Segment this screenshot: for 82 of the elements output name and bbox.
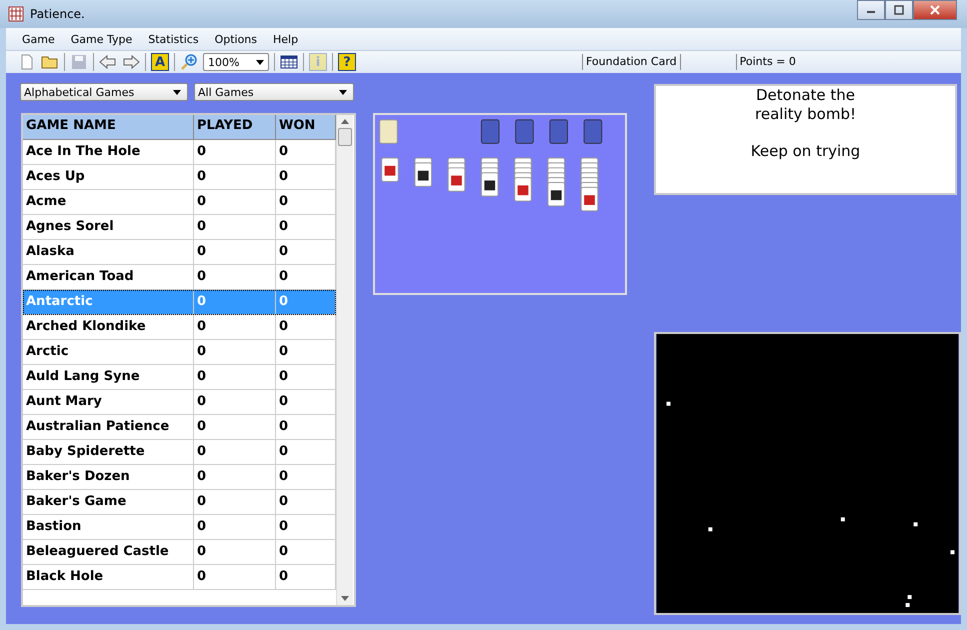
filter-dropdown[interactable]: All Games <box>194 83 354 101</box>
column-header[interactable]: GAME NAME <box>23 115 194 140</box>
table-cell: Beleaguered Castle <box>23 540 194 565</box>
table-cell: 0 <box>194 365 276 390</box>
menu-item[interactable]: Statistics <box>140 32 207 46</box>
table-row[interactable]: Agnes Sorel 0 0 <box>23 215 336 240</box>
table-cell: Australian Patience <box>23 415 194 440</box>
table-cell: 0 <box>194 215 276 240</box>
table-cell: Auld Lang Syne <box>23 365 194 390</box>
table-cell: 0 <box>194 440 276 465</box>
table-row[interactable]: Auld Lang Syne 0 0 <box>23 365 336 390</box>
table-cell: Baby Spiderette <box>23 440 194 465</box>
minimize-icon[interactable] <box>857 0 885 20</box>
table-row[interactable]: Australian Patience 0 0 <box>23 415 336 440</box>
scroll-up-icon[interactable] <box>341 119 349 124</box>
table-cell: 0 <box>194 315 276 340</box>
close-icon[interactable] <box>913 0 957 20</box>
calendar-icon[interactable] <box>280 53 298 71</box>
table-row[interactable]: Acme 0 0 <box>23 190 336 215</box>
column-header[interactable]: PLAYED <box>194 115 276 140</box>
table-row[interactable]: Arched Klondike 0 0 <box>23 315 336 340</box>
table-row[interactable]: Arctic 0 0 <box>23 340 336 365</box>
table-cell: 0 <box>194 415 276 440</box>
table-row[interactable]: Ace In The Hole 0 0 <box>23 140 336 165</box>
maximize-icon[interactable] <box>885 0 913 20</box>
table-cell: 0 <box>194 140 276 165</box>
table-row[interactable]: Black Hole 0 0 <box>23 565 336 590</box>
filter-dropdown[interactable]: Alphabetical Games <box>20 83 188 101</box>
table-cell: 0 <box>194 515 276 540</box>
table-cell: Ace In The Hole <box>23 140 194 165</box>
table-cell: Bastion <box>23 515 194 540</box>
table-cell: Arctic <box>23 340 194 365</box>
left-arrow-icon[interactable] <box>99 53 117 71</box>
table-cell: 0 <box>194 240 276 265</box>
menu-item[interactable]: Options <box>206 32 266 46</box>
menu-item[interactable]: Game Type <box>62 32 140 46</box>
table-cell: Alaska <box>23 240 194 265</box>
table-cell: Black Hole <box>23 565 194 590</box>
table-cell: 0 <box>194 390 276 415</box>
table-cell: Baker's Dozen <box>23 465 194 490</box>
table-cell: 0 <box>194 490 276 515</box>
table-cell: Aces Up <box>23 165 194 190</box>
caret-icon <box>173 90 181 94</box>
scrollbar[interactable] <box>336 115 353 605</box>
window-title: Patience. <box>30 7 85 21</box>
table-cell: Arched Klondike <box>23 315 194 340</box>
caret-icon <box>256 60 264 64</box>
table-cell: Aunt Mary <box>23 390 194 415</box>
table-cell: Agnes Sorel <box>23 215 194 240</box>
table-row[interactable]: Baker's Dozen 0 0 <box>23 465 336 490</box>
caret-icon <box>339 90 347 94</box>
table-cell: 0 <box>194 540 276 565</box>
toolbar-button[interactable]: ? <box>338 53 356 71</box>
message-text: Detonate the reality bomb! <box>754 86 857 124</box>
right-arrow-icon[interactable] <box>122 53 140 71</box>
menu-item[interactable]: Game <box>14 32 63 46</box>
table-row[interactable]: Aunt Mary 0 0 <box>23 390 336 415</box>
zoom-in-icon[interactable] <box>180 53 198 71</box>
table-cell: 0 <box>194 465 276 490</box>
table-row[interactable]: Baby Spiderette 0 0 <box>23 440 336 465</box>
table-cell: 0 <box>194 190 276 215</box>
table-cell: Baker's Game <box>23 490 194 515</box>
toolbar-button[interactable]: A <box>151 53 169 71</box>
zoom-dropdown[interactable]: 100% <box>203 53 269 71</box>
table-row[interactable]: Aces Up 0 0 <box>23 165 336 190</box>
scroll-down-icon[interactable] <box>341 596 349 601</box>
menu-item[interactable]: Help <box>265 32 306 46</box>
status-field: Points = 0 <box>736 54 876 70</box>
table-row[interactable]: Alaska 0 0 <box>23 240 336 265</box>
table-cell: 0 <box>194 340 276 365</box>
table-cell: 0 <box>194 565 276 590</box>
status-field: Foundation Card <box>582 54 681 70</box>
table-cell: 0 <box>194 165 276 190</box>
scrollbar-thumb[interactable] <box>338 128 352 146</box>
message-text: Keep on trying <box>750 142 862 161</box>
table-row[interactable]: Bastion 0 0 <box>23 515 336 540</box>
table-cell: Acme <box>23 190 194 215</box>
table-cell: 0 <box>194 290 276 315</box>
app-icon <box>8 6 24 22</box>
table-cell: Antarctic <box>23 290 194 315</box>
table-row[interactable]: Beleaguered Castle 0 0 <box>23 540 336 565</box>
table-row[interactable]: Baker's Game 0 0 <box>23 490 336 515</box>
